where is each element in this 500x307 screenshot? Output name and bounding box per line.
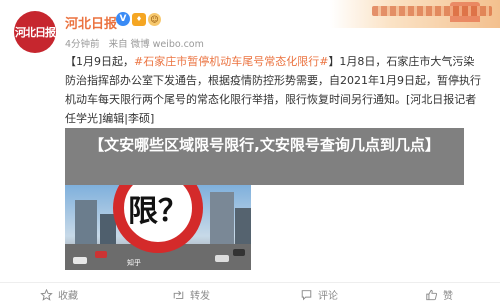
image-car (73, 257, 87, 264)
restriction-sign-text: 限？ (128, 194, 188, 229)
share-label: 转发 (190, 291, 210, 302)
share-icon (173, 290, 184, 299)
image-car (95, 251, 107, 258)
avatar[interactable]: 河北日报 (14, 11, 56, 53)
image-car (215, 255, 229, 262)
comment-label: 评论 (318, 291, 338, 302)
favorite-button[interactable]: 收藏 (40, 287, 78, 302)
post-source[interactable]: 来自 微博 weibo.com (109, 39, 204, 50)
image-building (210, 192, 234, 248)
post-hashtag-link[interactable]: #石家庄市暂停机动车尾号常态化限行# (134, 55, 328, 68)
post-date-prefix: 【1月9日起， (65, 55, 134, 68)
post-text: 【1月9日起，#石家庄市暂停机动车尾号常态化限行#】1月8日，石家庄市大气污染防… (65, 52, 485, 128)
like-label: 赞 (443, 291, 453, 302)
star-icon (40, 288, 53, 301)
post-image[interactable]: 限？ 知乎 (65, 185, 251, 270)
verified-icon: V (116, 12, 130, 26)
avatar-logo-text: 河北日报 (15, 26, 56, 39)
image-watermark: 知乎 (127, 259, 141, 267)
comment-button[interactable]: 评论 (300, 287, 338, 302)
vip-icon: ♦ (132, 12, 146, 26)
share-button[interactable]: 转发 (172, 287, 210, 302)
favorite-label: 收藏 (58, 291, 78, 302)
thumbs-up-icon (426, 289, 438, 300)
emoji-icon: ☺ (148, 12, 161, 26)
image-building (75, 200, 97, 248)
post-meta: 4分钟前 来自 微博 weibo.com (65, 36, 210, 50)
image-building (235, 208, 251, 248)
image-car (233, 249, 245, 256)
headline-overlay: 【文安哪些区域限号限行,文安限号查询几点到几点】 (65, 128, 464, 185)
user-name[interactable]: 河北日报 (65, 13, 117, 32)
like-button[interactable]: 赞 (425, 287, 453, 302)
user-badges: V ♦ ☺ (116, 12, 161, 26)
action-divider (0, 282, 500, 283)
profile-banner (330, 0, 500, 28)
comment-icon (301, 289, 312, 300)
banner-wall-shape (372, 6, 492, 16)
action-bar: 收藏 转发 评论 赞 (0, 287, 500, 305)
post-time[interactable]: 4分钟前 (65, 39, 100, 50)
